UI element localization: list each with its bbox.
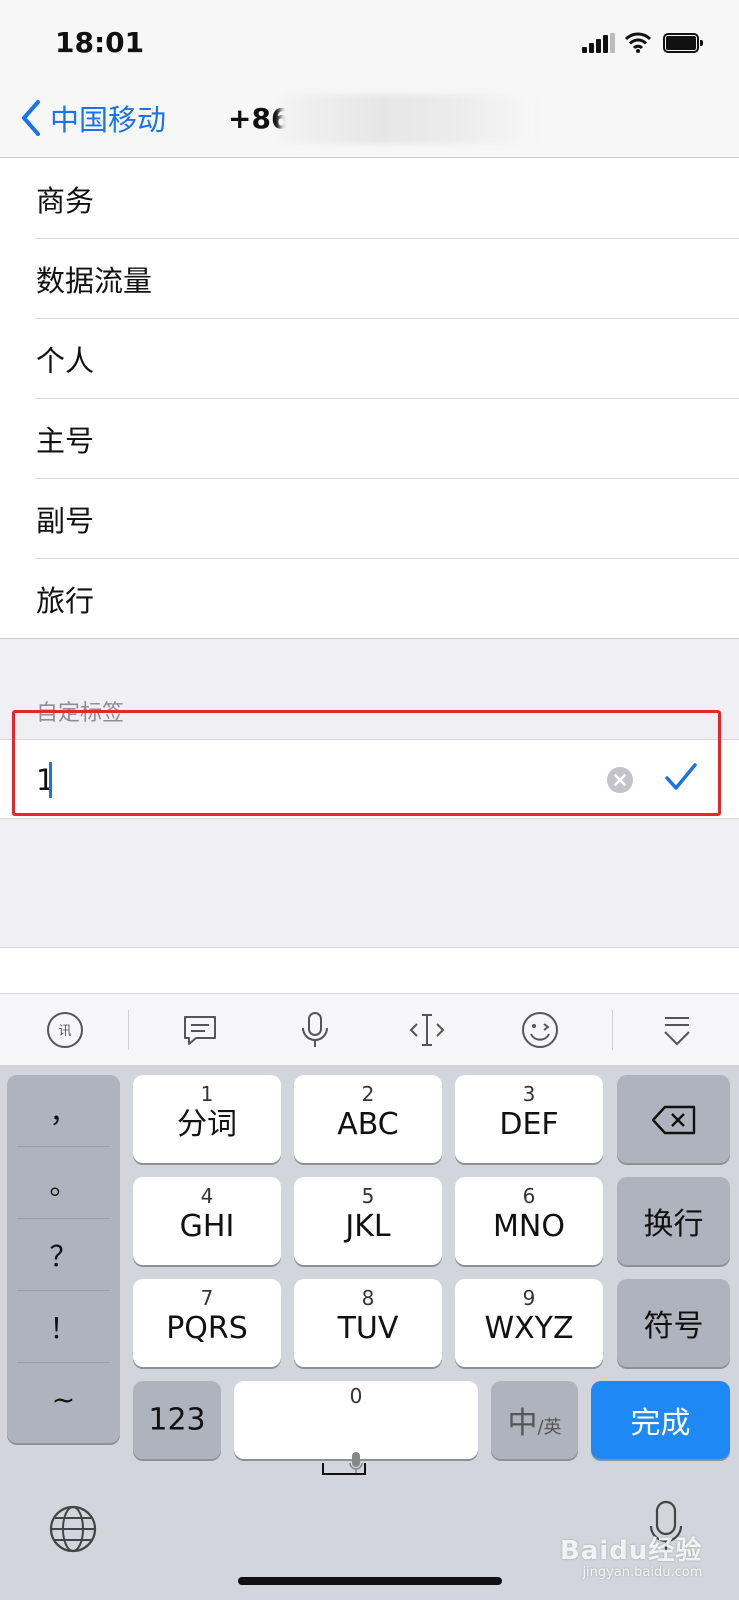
microphone-icon[interactable] (295, 1010, 335, 1050)
label-item-personal[interactable]: 个人 (0, 319, 739, 399)
newline-key[interactable]: 换行 (617, 1177, 730, 1265)
back-button[interactable]: 中国移动 (18, 96, 166, 140)
cellular-signal-icon (582, 33, 615, 53)
home-indicator[interactable] (238, 1577, 502, 1585)
key-3[interactable]: 3 DEF (455, 1075, 603, 1163)
punct-key[interactable]: ！ (7, 1291, 120, 1363)
label-item-travel[interactable]: 旅行 (0, 559, 739, 639)
status-bar: 18:01 (0, 0, 739, 90)
nav-bar: 中国移动 +86 (0, 90, 739, 158)
watermark: Baidu经验 jingyan.baidu.com (560, 1536, 703, 1580)
clear-icon[interactable] (607, 767, 633, 793)
key-7[interactable]: 7 PQRS (133, 1279, 281, 1367)
label-item-business[interactable]: 商务 (0, 159, 739, 239)
key-4[interactable]: 4 GHI (133, 1177, 281, 1265)
numbers-key[interactable]: 123 (133, 1381, 221, 1459)
space-glyph (322, 1463, 366, 1475)
text-caret (49, 762, 52, 798)
key-2[interactable]: 2 ABC (294, 1075, 442, 1163)
back-label: 中国移动 (50, 103, 167, 137)
key-9[interactable]: 9 WXYZ (455, 1279, 603, 1367)
input-method-logo-icon[interactable]: 讯 (45, 1010, 85, 1050)
label-item-data[interactable]: 数据流量 (0, 239, 739, 319)
redacted-number (280, 94, 534, 144)
svg-text:讯: 讯 (58, 1024, 71, 1039)
battery-icon (663, 33, 703, 53)
label-item-secondary[interactable]: 副号 (0, 479, 739, 559)
done-key[interactable]: 完成 (591, 1381, 730, 1459)
language-switch-key[interactable]: 中/英 (491, 1381, 578, 1459)
custom-label-input[interactable] (36, 757, 576, 803)
keyboard: ， 。 ？ ！ ~ 1 分词 2 ABC 3 DEF 4 GHI 5 JKL 6… (0, 1065, 739, 1600)
cursor-move-icon[interactable] (407, 1010, 447, 1050)
punct-key[interactable]: ~ (7, 1363, 120, 1435)
label-item-primary[interactable]: 主号 (0, 399, 739, 479)
emoji-icon[interactable] (520, 1010, 560, 1050)
custom-label-section: 自定标签 (0, 639, 739, 947)
hide-keyboard-icon[interactable] (657, 1010, 697, 1050)
punct-key[interactable]: ？ (7, 1219, 120, 1291)
punct-key[interactable]: 。 (7, 1147, 120, 1219)
backspace-icon (651, 1105, 696, 1135)
symbols-key[interactable]: 符号 (617, 1279, 730, 1367)
punctuation-column[interactable]: ， 。 ？ ！ ~ (7, 1075, 120, 1443)
key-5[interactable]: 5 JKL (294, 1177, 442, 1265)
custom-label-row (0, 739, 739, 819)
section-header: 自定标签 (36, 701, 125, 726)
wifi-icon (625, 32, 651, 53)
key-1[interactable]: 1 分词 (133, 1075, 281, 1163)
key-8[interactable]: 8 TUV (294, 1279, 442, 1367)
space-key[interactable]: 0 (234, 1381, 478, 1459)
key-6[interactable]: 6 MNO (455, 1177, 603, 1265)
message-icon[interactable] (180, 1010, 220, 1050)
status-time: 18:01 (55, 26, 145, 59)
label-list: 商务 数据流量 个人 主号 副号 旅行 (0, 159, 739, 639)
toolbar-separator (128, 1010, 129, 1050)
keyboard-toolbar: 讯 (0, 993, 739, 1065)
checkmark-icon[interactable] (664, 760, 698, 794)
backspace-key[interactable] (617, 1075, 730, 1163)
toolbar-separator (612, 1010, 613, 1050)
chevron-left-icon (22, 100, 40, 136)
keyboard-top-spacer (0, 947, 739, 993)
punct-key[interactable]: ， (7, 1075, 120, 1147)
globe-icon[interactable] (48, 1504, 98, 1554)
